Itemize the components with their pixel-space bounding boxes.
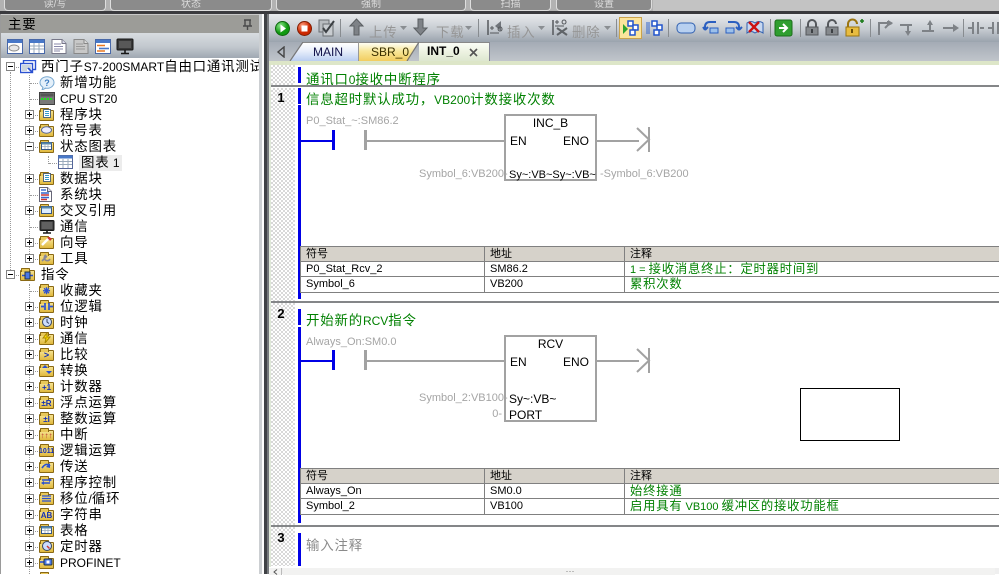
svg-text:?: ? <box>44 78 50 88</box>
